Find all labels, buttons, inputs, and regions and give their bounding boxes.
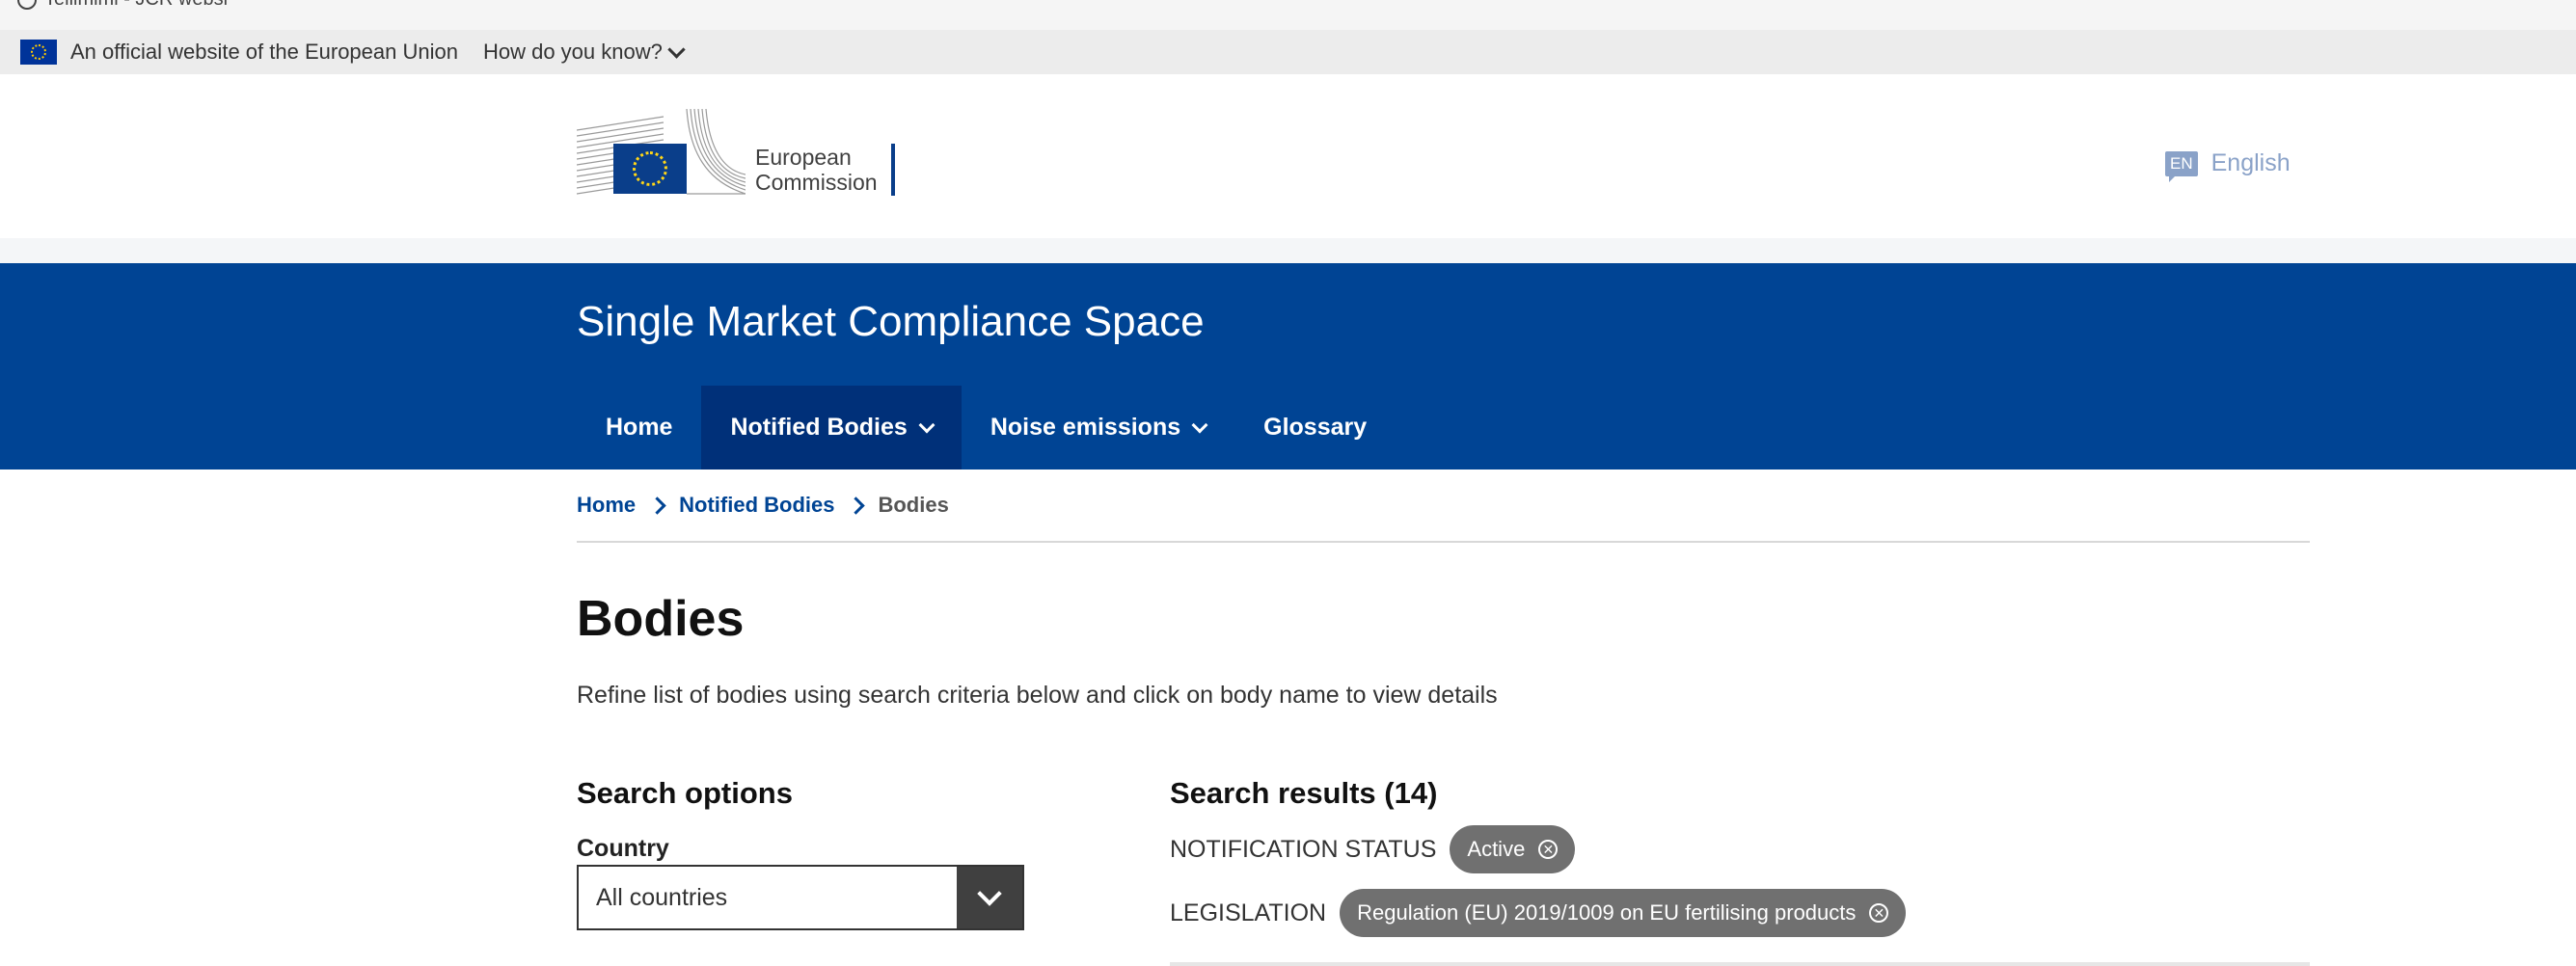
site-title: Single Market Compliance Space xyxy=(577,298,1205,345)
official-website-text: An official website of the European Unio… xyxy=(70,40,458,64)
commission-building-icon xyxy=(577,109,746,200)
nav-item-label: Notified Bodies xyxy=(730,414,908,441)
globe-icon xyxy=(17,0,37,10)
how-do-you-know-label: How do you know? xyxy=(482,40,663,64)
chevron-right-icon xyxy=(648,496,666,515)
filter-chip-label: Regulation (EU) 2019/1009 on EU fertilis… xyxy=(1357,900,1857,925)
language-label: English xyxy=(2210,149,2291,176)
header-divider-strip xyxy=(0,238,2576,263)
nav-item-label: Home xyxy=(606,414,673,441)
european-commission-logo[interactable]: European Commission xyxy=(577,109,895,200)
site-header: European Commission EN English xyxy=(0,74,2576,238)
nav-item-label: Glossary xyxy=(1263,414,1368,441)
page-intro: Refine list of bodies using search crite… xyxy=(577,682,1498,709)
country-select-button[interactable] xyxy=(957,867,1022,928)
breadcrumb-link-home[interactable]: Home xyxy=(577,493,636,518)
chevron-down-icon xyxy=(977,881,1002,906)
main-navigation: Home Notified Bodies Noise emissions Glo… xyxy=(577,386,1396,470)
search-options-title: Search options xyxy=(577,776,793,810)
filter-legislation: LEGISLATION Regulation (EU) 2019/1009 on… xyxy=(1170,889,1907,937)
remove-filter-icon[interactable]: ✕ xyxy=(1869,903,1889,923)
language-selector[interactable]: EN English xyxy=(2165,149,2291,182)
country-select-value: All countries xyxy=(596,883,728,911)
nav-item-label: Noise emissions xyxy=(990,414,1181,441)
remove-filter-icon[interactable]: ✕ xyxy=(1538,840,1559,859)
nav-item-glossary[interactable]: Glossary xyxy=(1234,386,1396,470)
page-title: Bodies xyxy=(577,591,745,647)
logo-line-european: European xyxy=(755,145,852,170)
chevron-right-icon xyxy=(847,496,866,515)
logo-flag xyxy=(613,144,687,194)
top-strip-content: Tellimimi - JCR websi xyxy=(17,0,228,11)
breadcrumb-current: Bodies xyxy=(878,493,949,517)
logo-text: European Commission xyxy=(755,144,895,196)
chevron-down-icon xyxy=(918,416,935,434)
top-strip: Tellimimi - JCR websi xyxy=(0,0,2576,31)
eu-flag-icon xyxy=(20,40,57,65)
search-results-title: Search results (14) xyxy=(1170,776,1438,810)
site-bar: Single Market Compliance Space Home Noti… xyxy=(0,263,2576,470)
eu-official-banner: An official website of the European Unio… xyxy=(0,30,2576,74)
breadcrumb-divider xyxy=(577,541,2310,543)
filter-notification-status: NOTIFICATION STATUS Active ✕ xyxy=(1170,825,1576,873)
country-label: Country xyxy=(577,835,669,862)
nav-item-noise-emissions[interactable]: Noise emissions xyxy=(962,386,1234,470)
filter-chip-label: Active xyxy=(1467,837,1526,861)
nav-item-home[interactable]: Home xyxy=(577,386,701,470)
top-strip-text: Tellimimi - JCR websi xyxy=(44,0,228,11)
filter-label: LEGISLATION xyxy=(1170,899,1327,926)
how-do-you-know-toggle[interactable]: How do you know? xyxy=(482,40,686,65)
logo-line-commission: Commission xyxy=(755,170,878,195)
results-list-header xyxy=(1170,962,2310,966)
breadcrumb: Home Notified Bodies Bodies xyxy=(577,493,949,518)
filter-label: NOTIFICATION STATUS xyxy=(1170,835,1437,863)
chevron-down-icon xyxy=(1191,416,1208,434)
filter-chip-active[interactable]: Active ✕ xyxy=(1450,825,1576,873)
chevron-down-icon xyxy=(667,40,686,59)
language-icon: EN xyxy=(2165,150,2198,182)
country-select[interactable]: All countries xyxy=(577,865,1024,930)
filter-chip-legislation[interactable]: Regulation (EU) 2019/1009 on EU fertilis… xyxy=(1340,889,1907,937)
breadcrumb-link-notified-bodies[interactable]: Notified Bodies xyxy=(679,493,834,518)
nav-item-notified-bodies[interactable]: Notified Bodies xyxy=(701,386,962,470)
